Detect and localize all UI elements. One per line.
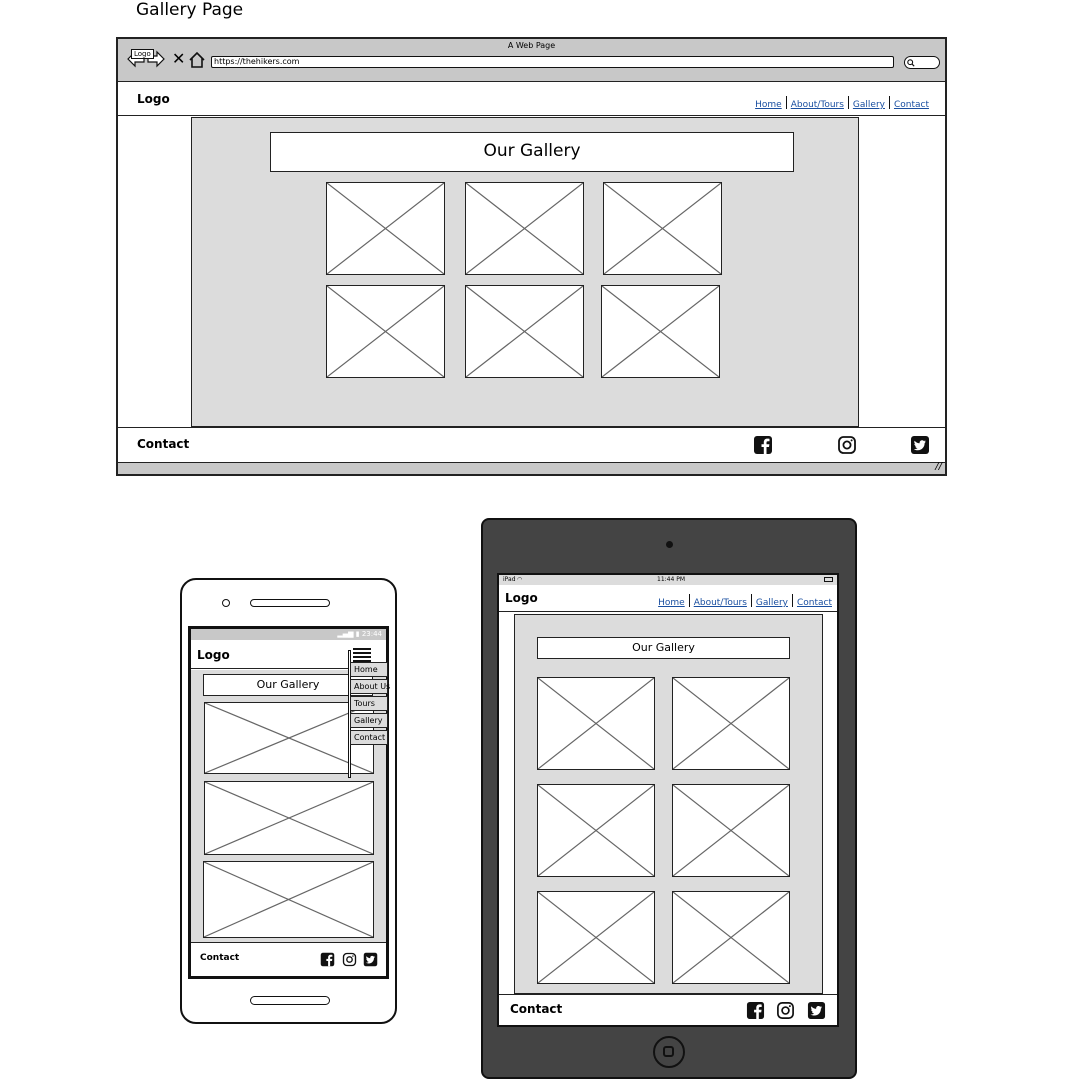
gallery-image[interactable]: [537, 677, 655, 770]
gallery-image[interactable]: [672, 677, 790, 770]
nav-home[interactable]: Home: [658, 598, 685, 608]
mobile-status-time: 23:44: [361, 630, 382, 638]
twitter-icon[interactable]: [910, 435, 930, 455]
gallery-heading: Our Gallery: [270, 132, 794, 172]
facebook-icon[interactable]: [746, 1001, 765, 1020]
gallery-image[interactable]: [537, 784, 655, 877]
hamburger-menu-icon[interactable]: [353, 648, 371, 662]
tablet-status-device: iPad: [503, 576, 516, 583]
front-camera: [222, 599, 230, 607]
nav-about-tours[interactable]: About/Tours: [791, 100, 844, 110]
tablet-footer: Contact: [499, 994, 837, 1025]
gallery-image[interactable]: [672, 784, 790, 877]
gallery-image[interactable]: [326, 182, 445, 275]
mobile-logo[interactable]: Logo: [197, 648, 230, 662]
nav-contact[interactable]: Contact: [797, 598, 832, 608]
speaker: [250, 599, 330, 607]
tablet-logo[interactable]: Logo: [505, 591, 538, 605]
back-forward-buttons[interactable]: Logo: [126, 49, 166, 69]
tablet-status-bar: iPad ◠ 11:44 PM: [499, 575, 837, 585]
resize-handle[interactable]: //: [935, 461, 942, 472]
logo[interactable]: Logo: [137, 92, 170, 106]
tablet-camera: [666, 541, 673, 548]
site-footer: Contact: [118, 427, 945, 462]
menu-item-contact[interactable]: Contact: [350, 730, 388, 745]
battery-icon: [824, 577, 833, 582]
home-button[interactable]: [250, 996, 330, 1005]
menu-item-about-us[interactable]: About Us: [350, 679, 390, 694]
tablet-home-button[interactable]: [653, 1036, 685, 1068]
nav-menu: Home About/Tours Gallery Contact: [755, 92, 929, 111]
tablet-screen: iPad ◠ 11:44 PM Logo Home About/Tours Gall…: [497, 573, 839, 1027]
browser-status-bar: //: [118, 461, 945, 474]
tablet-nav-menu: Home About/Tours Gallery Contact: [658, 590, 832, 609]
tablet-header: Logo Home About/Tours Gallery Contact: [499, 585, 837, 612]
close-icon[interactable]: ✕: [172, 49, 185, 68]
browser-chrome: A Web Page Logo ✕ https://thehikers.com: [118, 39, 945, 82]
twitter-icon[interactable]: [807, 1001, 826, 1020]
menu-item-gallery[interactable]: Gallery: [350, 713, 388, 728]
address-bar[interactable]: https://thehikers.com: [211, 56, 894, 68]
page-title: Gallery Page: [136, 0, 244, 20]
nav-about-tours[interactable]: About/Tours: [694, 598, 747, 608]
desktop-browser-window: A Web Page Logo ✕ https://thehikers.com …: [116, 37, 947, 476]
nav-contact[interactable]: Contact: [894, 100, 929, 110]
site-header: Logo Home About/Tours Gallery Contact: [118, 82, 945, 116]
mobile-footer: Contact: [191, 942, 386, 976]
gallery-image[interactable]: [326, 285, 445, 378]
nav-home[interactable]: Home: [755, 100, 782, 110]
mobile-status-bar: ▂▄▆ ▮ 23:44: [191, 629, 386, 640]
window-title: A Web Page: [507, 41, 556, 50]
instagram-icon[interactable]: [776, 1001, 795, 1020]
menu-item-home[interactable]: Home: [350, 662, 388, 677]
nav-gallery[interactable]: Gallery: [853, 100, 885, 110]
wifi-icon: ◠: [517, 576, 523, 583]
search-icon: [907, 59, 915, 67]
gallery-image[interactable]: [537, 891, 655, 984]
tablet-gallery-panel: Our Gallery: [514, 614, 823, 994]
gallery-panel: Our Gallery: [191, 117, 859, 427]
facebook-icon[interactable]: [320, 952, 335, 967]
tablet-gallery-heading: Our Gallery: [537, 637, 790, 659]
facebook-icon[interactable]: [753, 435, 773, 455]
gallery-image[interactable]: [601, 285, 720, 378]
gallery-image[interactable]: [465, 285, 584, 378]
gallery-image[interactable]: [465, 182, 584, 275]
footer-contact[interactable]: Contact: [137, 437, 189, 451]
tablet-status-time: 11:44 PM: [657, 576, 685, 583]
gallery-image[interactable]: [603, 182, 722, 275]
home-icon[interactable]: [189, 52, 205, 68]
twitter-icon[interactable]: [363, 952, 378, 967]
signal-icon: ▂▄▆ ▮: [337, 630, 360, 638]
menu-item-tours[interactable]: Tours: [350, 696, 388, 711]
mobile-footer-contact[interactable]: Contact: [200, 953, 239, 963]
gallery-image[interactable]: [203, 861, 374, 938]
gallery-image[interactable]: [672, 891, 790, 984]
gallery-image[interactable]: [204, 781, 374, 855]
tablet-footer-contact[interactable]: Contact: [510, 1002, 562, 1016]
instagram-icon[interactable]: [837, 435, 857, 455]
back-label: Logo: [131, 49, 154, 59]
search-button[interactable]: [904, 56, 940, 69]
instagram-icon[interactable]: [342, 952, 357, 967]
nav-gallery[interactable]: Gallery: [756, 598, 788, 608]
